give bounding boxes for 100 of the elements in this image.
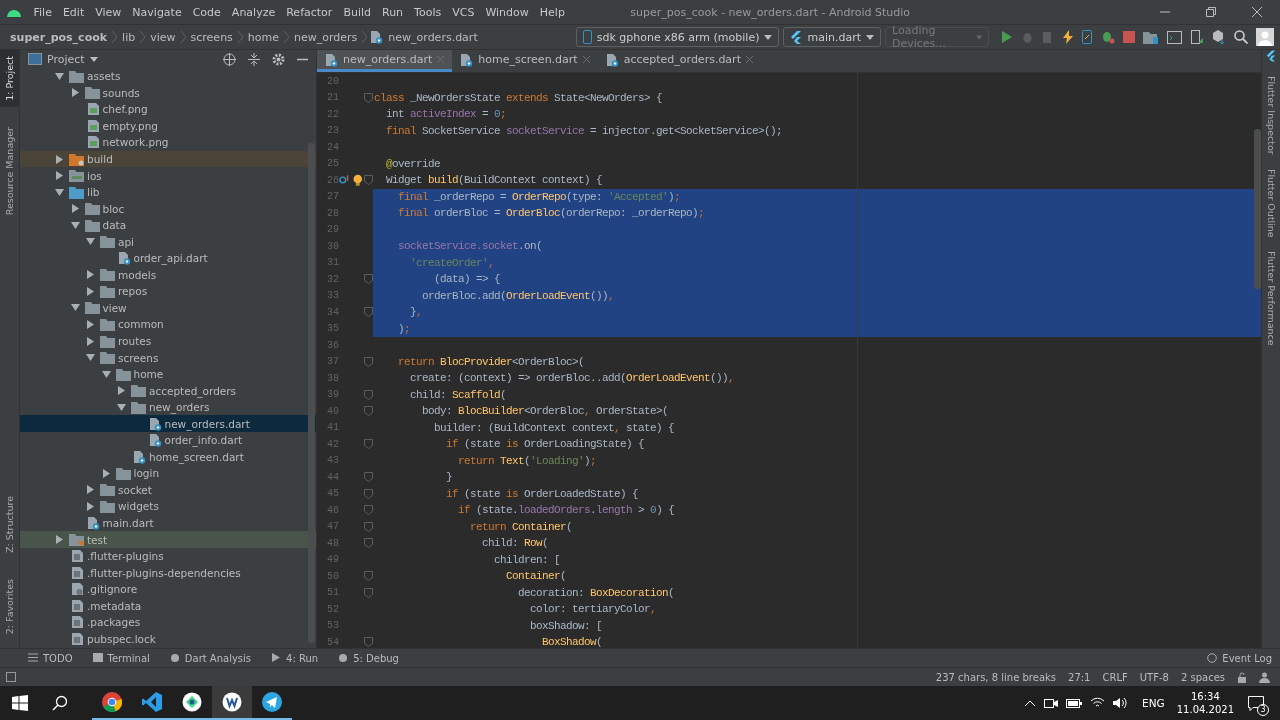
tree-item[interactable]: order_api.dart: [20, 250, 316, 267]
editor-tab[interactable]: accepted_orders.dart: [597, 50, 761, 72]
collapsed-arrow-icon[interactable]: [86, 485, 95, 495]
tree-item[interactable]: empty.png: [20, 117, 316, 135]
lightning-icon[interactable]: [1063, 30, 1073, 44]
side-tab[interactable]: Z: Structure: [0, 489, 19, 559]
tool-window-tab[interactable]: 5: Debug: [338, 652, 399, 664]
play-icon[interactable]: [1001, 30, 1013, 44]
tree-item[interactable]: widgets: [20, 498, 316, 515]
tree-item[interactable]: login: [20, 465, 316, 482]
tool-window-tab[interactable]: 4: Run: [271, 652, 319, 664]
breadcrumb[interactable]: new_orders: [289, 30, 363, 44]
expanded-arrow-icon[interactable]: [86, 237, 95, 247]
breadcrumb[interactable]: super_pos_cook: [10, 30, 113, 44]
tree-item[interactable]: data: [20, 216, 316, 234]
scrollbar[interactable]: [308, 143, 315, 643]
tree-item[interactable]: network.png: [20, 134, 316, 151]
tree-item[interactable]: new_orders: [20, 398, 316, 416]
tree-item[interactable]: models: [20, 266, 316, 284]
notification-icon[interactable]: [1248, 695, 1264, 711]
side-tab[interactable]: 1: Project: [0, 50, 19, 107]
layout-icon[interactable]: [6, 672, 16, 682]
tree-item[interactable]: chef.png: [20, 101, 316, 118]
tree-item[interactable]: pubspec.lock: [20, 630, 316, 648]
language-indicator[interactable]: ENG: [1142, 697, 1165, 709]
tree-item[interactable]: lib: [20, 183, 316, 201]
tree-item[interactable]: test: [20, 531, 316, 548]
menu-item[interactable]: Tools: [408, 5, 447, 19]
side-tab[interactable]: Flutter Outline: [1265, 168, 1277, 238]
search-icon[interactable]: [52, 695, 68, 711]
tree-item[interactable]: routes: [20, 332, 316, 350]
expanded-arrow-icon[interactable]: [70, 303, 80, 313]
collapsed-arrow-icon[interactable]: [117, 386, 126, 396]
tree-item[interactable]: screens: [20, 349, 316, 366]
collapsed-arrow-icon[interactable]: [86, 336, 95, 346]
minimize-icon[interactable]: [297, 57, 308, 61]
tree-item[interactable]: new_orders.dart: [20, 415, 316, 433]
locate-icon[interactable]: [223, 52, 236, 66]
clock[interactable]: 16:34 11.04.2021: [1176, 690, 1234, 716]
menu-item[interactable]: Edit: [57, 5, 90, 19]
menu-item[interactable]: Refactor: [280, 5, 338, 19]
taskbar-app[interactable]: [212, 686, 252, 720]
collapsed-arrow-icon[interactable]: [55, 154, 64, 164]
tree-item[interactable]: api: [20, 233, 316, 250]
side-tab[interactable]: 2: Favorites: [0, 572, 19, 640]
tree-item[interactable]: build: [20, 150, 316, 168]
tree-item[interactable]: ios: [20, 167, 316, 184]
collapsed-arrow-icon[interactable]: [55, 535, 64, 545]
tree-item[interactable]: view: [20, 299, 316, 317]
maximize-icon[interactable]: [1206, 7, 1216, 17]
collapsed-arrow-icon[interactable]: [101, 468, 111, 478]
menu-item[interactable]: Window: [479, 5, 535, 19]
expanded-arrow-icon[interactable]: [70, 220, 80, 230]
person-icon[interactable]: [1259, 671, 1270, 683]
override-icon[interactable]: [339, 173, 350, 185]
breadcrumb[interactable]: lib: [117, 30, 141, 44]
editor-tab[interactable]: home_screen.dart: [452, 50, 598, 72]
tool-window-tab[interactable]: TODO: [28, 652, 73, 664]
tree-item[interactable]: repos: [20, 283, 316, 300]
tree-item[interactable]: order_info.dart: [20, 432, 316, 449]
expanded-arrow-icon[interactable]: [101, 369, 111, 379]
side-tab[interactable]: Flutter Performance: [1265, 251, 1277, 346]
side-tab[interactable]: Flutter Inspector: [1265, 76, 1277, 155]
caret-icon[interactable]: [89, 56, 98, 62]
cube-icon[interactable]: [1212, 30, 1226, 44]
run-config-dropdown[interactable]: main.dart: [783, 27, 881, 47]
status-item[interactable]: 27:1: [1068, 671, 1091, 683]
folder-icon[interactable]: [1143, 30, 1159, 44]
event-log-tab[interactable]: Event Log: [1207, 652, 1272, 664]
tree-item[interactable]: .metadata: [20, 597, 316, 615]
expanded-arrow-icon[interactable]: [55, 187, 64, 197]
tool-window-tab[interactable]: Dart Analysis: [169, 652, 252, 664]
lightbulb-icon[interactable]: [353, 173, 363, 187]
collapsed-arrow-icon[interactable]: [86, 502, 95, 511]
status-item[interactable]: 237 chars, 8 line breaks: [935, 671, 1056, 683]
breadcrumb[interactable]: view: [145, 30, 181, 44]
volume-icon[interactable]: [1113, 697, 1129, 709]
tree-item[interactable]: assets: [20, 68, 316, 85]
tree-item[interactable]: main.dart: [20, 514, 316, 532]
tree-item[interactable]: sounds: [20, 84, 316, 102]
chevron-up-icon[interactable]: [1024, 699, 1037, 707]
collapsed-arrow-icon[interactable]: [86, 319, 95, 329]
menu-item[interactable]: Code: [187, 5, 227, 19]
status-item[interactable]: 2 spaces: [1180, 671, 1225, 683]
status-item[interactable]: UTF-8: [1139, 671, 1169, 683]
menu-item[interactable]: VCS: [446, 5, 480, 19]
breadcrumb[interactable]: home: [242, 30, 285, 44]
phone-refresh-icon[interactable]: [1081, 30, 1093, 44]
close-icon[interactable]: [1252, 7, 1262, 17]
phone-icon[interactable]: [1190, 30, 1204, 44]
side-tab[interactable]: Resource Manager: [0, 120, 19, 221]
search-icon[interactable]: [1234, 30, 1248, 44]
menu-item[interactable]: Help: [534, 5, 571, 19]
collapsed-arrow-icon[interactable]: [55, 171, 64, 181]
menu-item[interactable]: Run: [376, 5, 409, 19]
tree-item[interactable]: home: [20, 365, 316, 383]
collapsed-arrow-icon[interactable]: [86, 286, 95, 296]
panel-title[interactable]: Project: [47, 52, 85, 66]
menu-item[interactable]: Navigate: [126, 5, 188, 19]
expanded-arrow-icon[interactable]: [117, 402, 126, 412]
